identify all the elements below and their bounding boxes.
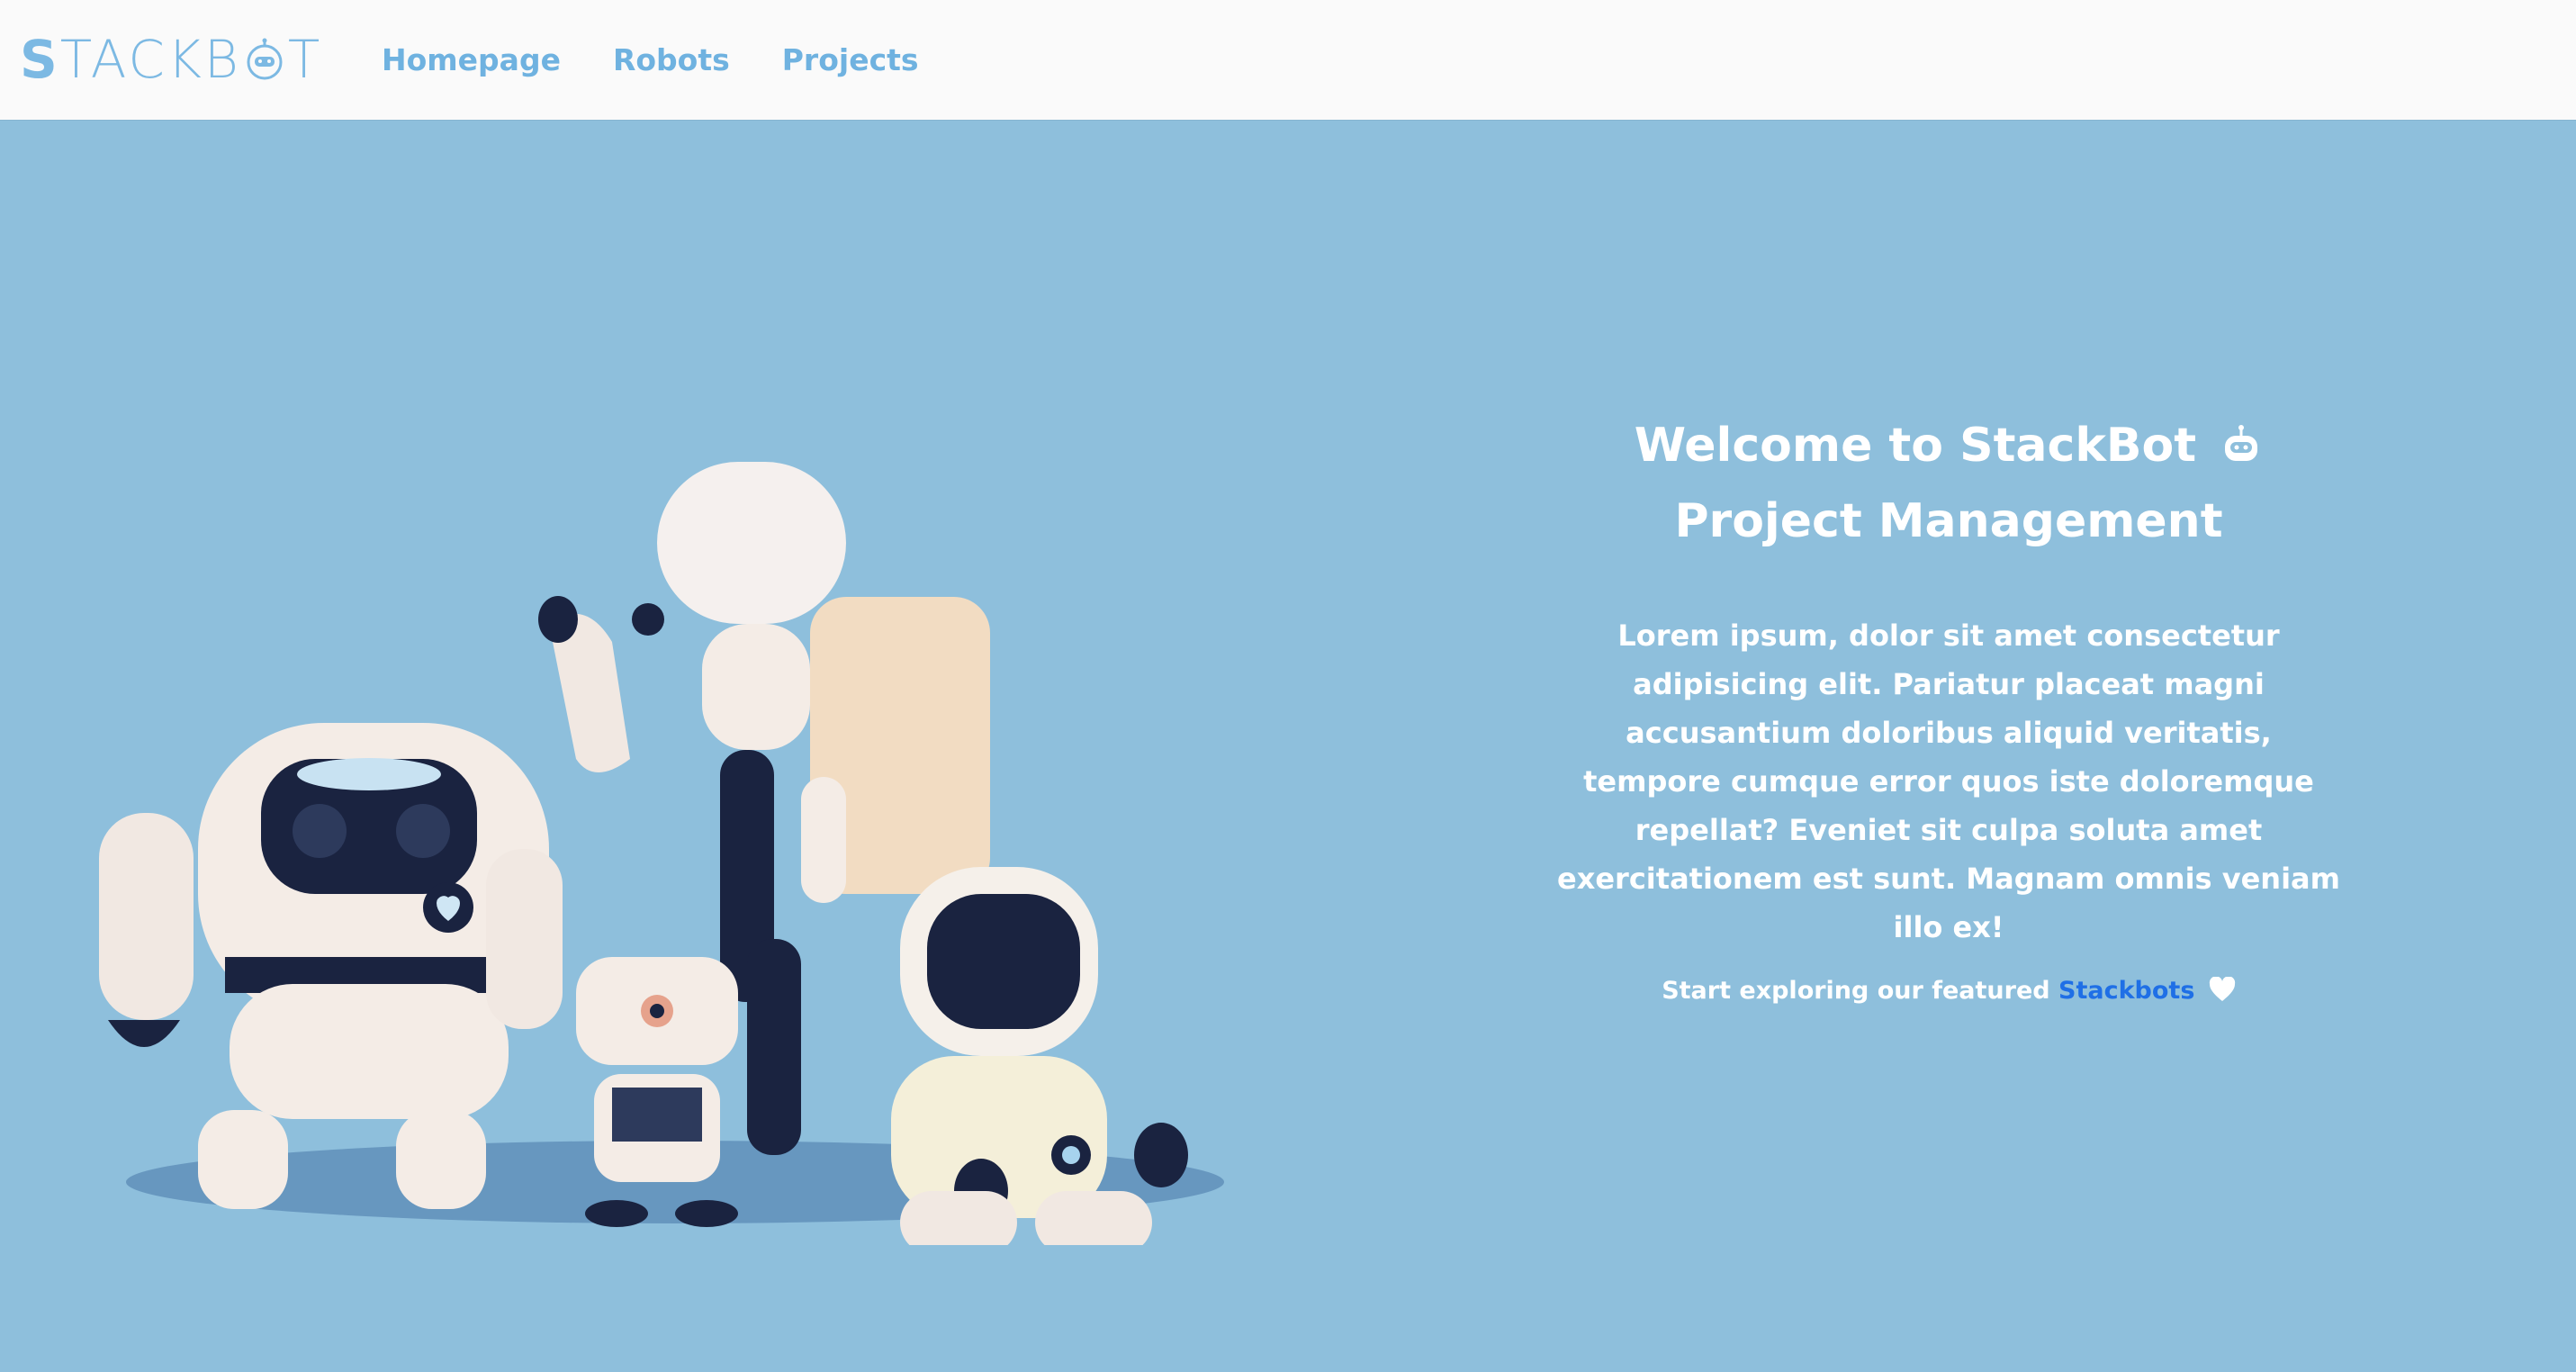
hero-title-line1: Welcome to StackBot: [1634, 419, 2197, 473]
hero-text: Welcome to StackBot Project Management L…: [1530, 408, 2367, 1005]
hero-section: Welcome to StackBot Project Management L…: [0, 120, 2576, 1372]
nav-link-projects[interactable]: Projects: [782, 42, 919, 77]
stackbot-logo[interactable]: S TACKB T: [20, 23, 322, 95]
heart-icon: [2209, 977, 2235, 1001]
cta-prefix: Start exploring our featured: [1662, 977, 2050, 1005]
robot-face-icon: [2225, 425, 2258, 461]
nav-link-homepage[interactable]: Homepage: [382, 42, 561, 77]
logo-text-t: T: [287, 29, 323, 90]
hero-description: Lorem ipsum, dolor sit amet consectetur …: [1557, 618, 2340, 944]
robots-illustration: [99, 462, 1224, 1245]
big-robot: [99, 723, 563, 1209]
logo-robot-o-icon: [247, 38, 283, 80]
hero-title: Welcome to StackBot Project Management: [1530, 408, 2367, 559]
stackbots-link[interactable]: Stackbots: [2058, 977, 2194, 1005]
hero-cta: Start exploring our featured Stackbots: [1530, 977, 2367, 1005]
nav-link-robots[interactable]: Robots: [613, 42, 730, 77]
hero-title-line2: Project Management: [1674, 494, 2223, 548]
logo-letter-s: S: [20, 29, 60, 90]
top-navbar: S TACKB T Homepage Robots Projects: [0, 0, 2576, 120]
main-nav: Homepage Robots Projects: [382, 0, 919, 120]
logo-text-tack: TACKB: [59, 29, 241, 90]
